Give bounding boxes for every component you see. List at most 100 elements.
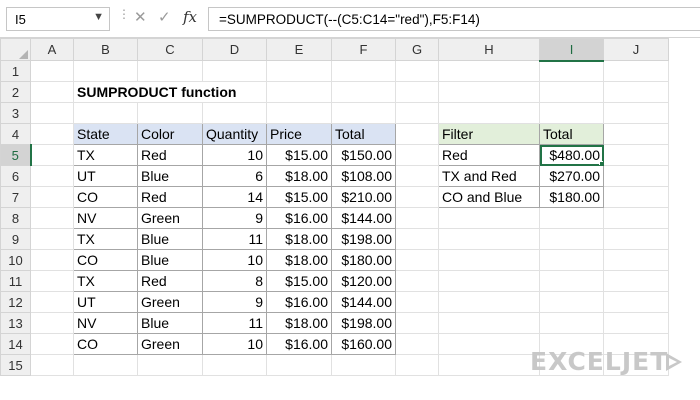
row-header-13[interactable]: 13	[0, 312, 31, 334]
cell[interactable]	[30, 207, 74, 229]
cell[interactable]	[30, 249, 74, 271]
cell[interactable]	[202, 60, 267, 82]
cell[interactable]	[438, 228, 540, 250]
cell[interactable]	[539, 207, 604, 229]
summary-header-total[interactable]: Total	[539, 123, 604, 145]
table-cell-state[interactable]: TX	[73, 228, 138, 250]
table-cell-price[interactable]: $15.00	[266, 144, 332, 166]
table-cell-color[interactable]: Green	[137, 333, 203, 355]
cell[interactable]	[438, 312, 540, 334]
cell[interactable]	[438, 207, 540, 229]
cell[interactable]	[395, 291, 439, 313]
cell[interactable]	[30, 228, 74, 250]
table-cell-state[interactable]: NV	[73, 312, 138, 334]
column-header-f[interactable]: F	[331, 38, 396, 61]
cell[interactable]	[539, 249, 604, 271]
cell[interactable]	[539, 102, 604, 124]
cell[interactable]	[603, 207, 669, 229]
summary-cell-total[interactable]: $180.00	[539, 186, 604, 208]
table-cell-quantity[interactable]: 8	[202, 270, 267, 292]
cell[interactable]	[395, 102, 439, 124]
table-cell-color[interactable]: Green	[137, 291, 203, 313]
table-cell-state[interactable]: CO	[73, 333, 138, 355]
cell[interactable]	[438, 270, 540, 292]
table-cell-color[interactable]: Blue	[137, 312, 203, 334]
row-header-6[interactable]: 6	[0, 165, 31, 187]
column-header-d[interactable]: D	[202, 38, 267, 61]
table-header-total[interactable]: Total	[331, 123, 396, 145]
cell[interactable]	[395, 165, 439, 187]
row-header-3[interactable]: 3	[0, 102, 31, 124]
column-header-h[interactable]: H	[438, 38, 540, 61]
table-cell-color[interactable]: Blue	[137, 228, 203, 250]
cell[interactable]	[438, 249, 540, 271]
table-cell-price[interactable]: $16.00	[266, 207, 332, 229]
table-cell-state[interactable]: NV	[73, 207, 138, 229]
table-cell-price[interactable]: $15.00	[266, 186, 332, 208]
row-header-8[interactable]: 8	[0, 207, 31, 229]
cell[interactable]	[266, 354, 332, 376]
formula-input[interactable]: =SUMPRODUCT(--(C5:C14="red"),F5:F14)	[208, 7, 700, 31]
table-cell-quantity[interactable]: 11	[202, 228, 267, 250]
table-cell-quantity[interactable]: 14	[202, 186, 267, 208]
select-all-corner[interactable]	[0, 38, 31, 61]
cell[interactable]	[30, 165, 74, 187]
table-cell-quantity[interactable]: 9	[202, 207, 267, 229]
cell[interactable]	[603, 249, 669, 271]
row-header-4[interactable]: 4	[0, 123, 31, 145]
cell[interactable]	[539, 81, 604, 103]
active-cell[interactable]: $480.00	[539, 144, 604, 166]
table-cell-quantity[interactable]: 6	[202, 165, 267, 187]
table-cell-color[interactable]: Red	[137, 144, 203, 166]
cell[interactable]	[30, 144, 74, 166]
cell[interactable]	[30, 291, 74, 313]
table-cell-color[interactable]: Red	[137, 270, 203, 292]
row-header-12[interactable]: 12	[0, 291, 31, 313]
cell[interactable]	[30, 102, 74, 124]
row-header-15[interactable]: 15	[0, 354, 31, 376]
column-header-j[interactable]: J	[603, 38, 669, 61]
cell[interactable]	[395, 333, 439, 355]
cell[interactable]	[137, 354, 203, 376]
row-header-7[interactable]: 7	[0, 186, 31, 208]
cell[interactable]	[603, 60, 669, 82]
column-header-a[interactable]: A	[30, 38, 74, 61]
cell[interactable]	[603, 186, 669, 208]
cell[interactable]	[603, 291, 669, 313]
chevron-down-icon[interactable]: ▼	[93, 11, 104, 23]
sheet-title[interactable]: SUMPRODUCT function	[73, 81, 267, 103]
table-cell-quantity[interactable]: 11	[202, 312, 267, 334]
table-cell-total[interactable]: $120.00	[331, 270, 396, 292]
table-cell-price[interactable]: $15.00	[266, 270, 332, 292]
cell[interactable]	[202, 102, 267, 124]
row-header-5[interactable]: 5	[0, 144, 32, 166]
cell[interactable]	[603, 228, 669, 250]
row-header-10[interactable]: 10	[0, 249, 31, 271]
cell[interactable]	[539, 228, 604, 250]
cell[interactable]	[539, 270, 604, 292]
cell[interactable]	[331, 81, 396, 103]
cell[interactable]	[395, 270, 439, 292]
cell[interactable]	[137, 102, 203, 124]
table-cell-total[interactable]: $108.00	[331, 165, 396, 187]
table-cell-color[interactable]: Green	[137, 207, 203, 229]
row-header-2[interactable]: 2	[0, 81, 31, 103]
cell[interactable]	[30, 186, 74, 208]
table-cell-total[interactable]: $150.00	[331, 144, 396, 166]
cell[interactable]	[603, 102, 669, 124]
summary-cell-total[interactable]: $270.00	[539, 165, 604, 187]
table-cell-color[interactable]: Blue	[137, 249, 203, 271]
column-header-e[interactable]: E	[266, 38, 332, 61]
summary-cell-filter[interactable]: CO and Blue	[438, 186, 540, 208]
table-cell-state[interactable]: CO	[73, 186, 138, 208]
column-header-i[interactable]: I	[539, 38, 604, 62]
table-cell-price[interactable]: $18.00	[266, 312, 332, 334]
row-header-14[interactable]: 14	[0, 333, 31, 355]
cell[interactable]	[30, 60, 74, 82]
cell[interactable]	[395, 354, 439, 376]
cell[interactable]	[395, 312, 439, 334]
cell[interactable]	[30, 312, 74, 334]
table-cell-total[interactable]: $198.00	[331, 312, 396, 334]
x-icon[interactable]: ✕	[134, 8, 147, 26]
cell[interactable]	[395, 123, 439, 145]
